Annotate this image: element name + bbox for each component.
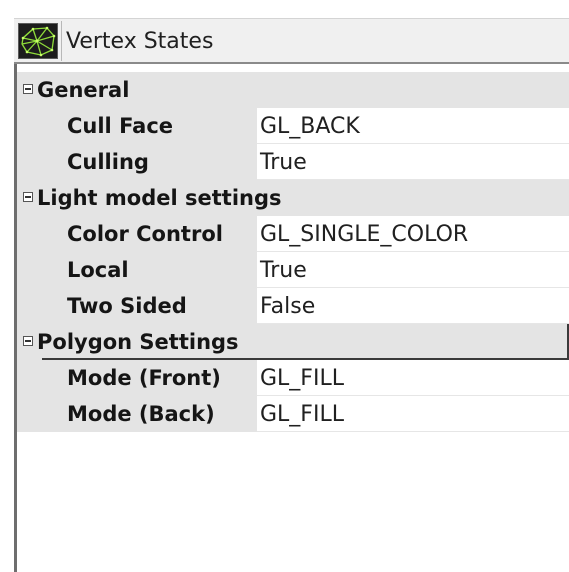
property-value-cell[interactable]: True <box>257 252 569 288</box>
group-general[interactable]: General <box>17 72 569 108</box>
property-name: Culling <box>67 150 149 174</box>
property-value[interactable]: GL_FILL <box>260 366 344 391</box>
property-row-culling[interactable]: Culling True <box>17 144 569 180</box>
property-value[interactable]: GL_BACK <box>260 114 360 139</box>
group-label: Light model settings <box>37 186 282 210</box>
group-polygon-settings[interactable]: Polygon Settings <box>17 324 569 360</box>
property-value[interactable]: False <box>260 294 315 319</box>
property-name: Color Control <box>67 222 223 246</box>
property-value[interactable]: GL_FILL <box>260 402 344 427</box>
property-name: Cull Face <box>67 114 174 138</box>
group-label: General <box>37 78 130 102</box>
property-value-cell[interactable]: GL_FILL <box>257 396 569 432</box>
property-value-cell[interactable]: False <box>257 288 569 324</box>
property-name-cell: Cull Face <box>17 108 257 144</box>
property-name-cell: Culling <box>17 144 257 180</box>
property-value-cell[interactable]: GL_BACK <box>257 108 569 144</box>
property-name: Two Sided <box>67 294 187 318</box>
property-row-two-sided[interactable]: Two Sided False <box>17 288 569 324</box>
property-name-cell: Mode (Back) <box>17 396 257 432</box>
title-bar: Vertex States <box>14 18 569 64</box>
group-light-model-settings[interactable]: Light model settings <box>17 180 569 216</box>
property-value-cell[interactable]: GL_SINGLE_COLOR <box>257 216 569 252</box>
property-value-cell[interactable]: True <box>257 144 569 180</box>
property-name: Mode (Back) <box>67 402 215 426</box>
property-row-mode-front[interactable]: Mode (Front) GL_FILL <box>17 360 569 396</box>
property-name-cell: Two Sided <box>17 288 257 324</box>
property-name: Local <box>67 258 129 282</box>
property-row-color-control[interactable]: Color Control GL_SINGLE_COLOR <box>17 216 569 252</box>
property-name-cell: Local <box>17 252 257 288</box>
property-row-mode-back[interactable]: Mode (Back) GL_FILL <box>17 396 569 432</box>
title-separator <box>61 21 62 61</box>
property-value-cell[interactable]: GL_FILL <box>257 360 569 396</box>
property-name-cell: Mode (Front) <box>17 360 257 396</box>
property-name: Mode (Front) <box>67 366 221 390</box>
property-name-cell: Color Control <box>17 216 257 252</box>
collapse-icon[interactable] <box>23 192 33 202</box>
wireframe-mesh-icon <box>18 23 58 59</box>
window-title: Vertex States <box>66 29 214 54</box>
property-grid[interactable]: General Cull Face GL_BACK Culling True L… <box>14 64 569 572</box>
property-row-cull-face[interactable]: Cull Face GL_BACK <box>17 108 569 144</box>
property-value[interactable]: True <box>260 258 307 283</box>
property-value[interactable]: GL_SINGLE_COLOR <box>260 222 468 247</box>
property-value[interactable]: True <box>260 150 307 175</box>
collapse-icon[interactable] <box>23 336 33 346</box>
property-row-local[interactable]: Local True <box>17 252 569 288</box>
group-label: Polygon Settings <box>37 330 239 354</box>
collapse-icon[interactable] <box>23 84 33 94</box>
